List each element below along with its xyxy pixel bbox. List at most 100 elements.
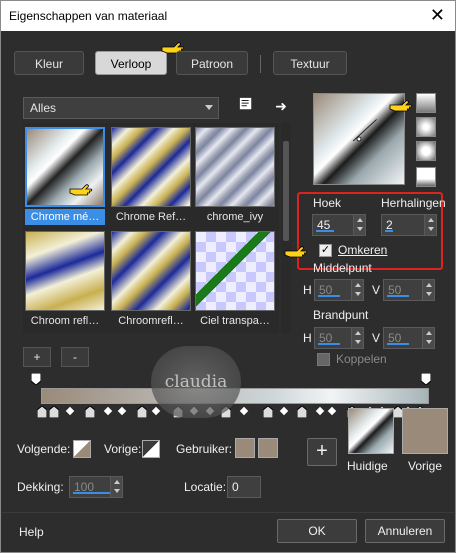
midpoint-diamond-icon[interactable] bbox=[327, 406, 337, 416]
ok-button[interactable]: OK bbox=[277, 519, 357, 543]
midpoint-diamond-icon[interactable] bbox=[65, 406, 75, 416]
material-properties-dialog: Eigenschappen van materiaal ✕ Kleur Verl… bbox=[0, 0, 456, 553]
gradient-thumbnail bbox=[111, 127, 191, 207]
invert-label: Omkeren bbox=[338, 243, 388, 257]
focal-v-spinbox[interactable]: 50 bbox=[383, 327, 435, 349]
browse-library-icon[interactable] bbox=[236, 96, 256, 116]
color-stop-icon[interactable] bbox=[137, 406, 147, 418]
pointing-hand-icon bbox=[389, 99, 413, 113]
gradient-thumbnail bbox=[25, 231, 105, 311]
opacity-slider-fill bbox=[73, 492, 113, 494]
center-v-label: V bbox=[372, 283, 381, 297]
center-v-slider-fill bbox=[387, 295, 409, 297]
library-item[interactable]: chrome_ivy bbox=[195, 127, 275, 224]
current-label: Huidige bbox=[347, 459, 388, 473]
library-scrollbar[interactable] bbox=[281, 123, 291, 333]
user-swatch-1[interactable] bbox=[235, 438, 255, 458]
scrollbar-thumb[interactable] bbox=[283, 141, 289, 241]
spin-arrows-icon[interactable] bbox=[351, 280, 363, 300]
title-bar: Eigenschappen van materiaal ✕ bbox=[1, 1, 455, 31]
category-dropdown-value: Alles bbox=[30, 101, 57, 115]
tab-verloop[interactable]: Verloop bbox=[95, 51, 167, 75]
style-linear-button[interactable] bbox=[416, 93, 436, 113]
angle-slider-fill bbox=[316, 230, 334, 232]
color-stop-icon[interactable] bbox=[85, 406, 95, 418]
angle-label: Hoek bbox=[313, 196, 342, 210]
tab-kleur[interactable]: Kleur bbox=[14, 51, 84, 75]
invert-checkbox[interactable]: ✓ bbox=[319, 244, 332, 257]
color-stop-icon[interactable] bbox=[297, 406, 307, 418]
focal-h-spinbox[interactable]: 50 bbox=[314, 327, 364, 349]
spin-arrows-icon[interactable] bbox=[422, 328, 434, 348]
item-label: Chroom refl… bbox=[30, 315, 100, 327]
gradient-library-grid: Chrome mé… Chrome Ref… chrome_ivy Chroom… bbox=[23, 123, 279, 333]
link-checkbox[interactable] bbox=[317, 353, 330, 366]
add-to-swatches-button[interactable]: + bbox=[307, 438, 337, 466]
midpoint-diamond-icon[interactable] bbox=[239, 406, 249, 416]
location-label: Locatie: bbox=[184, 480, 227, 494]
center-h-spinbox[interactable]: 50 bbox=[314, 279, 364, 301]
library-item[interactable]: Chrome mé… bbox=[25, 127, 105, 225]
repeats-label: Herhalingen bbox=[381, 196, 446, 210]
color-stop-icon[interactable] bbox=[263, 406, 273, 418]
transparency-stop-right-icon[interactable] bbox=[421, 373, 431, 385]
focal-label: Brandpunt bbox=[313, 308, 369, 322]
color-stop-icon[interactable] bbox=[49, 406, 59, 418]
user-swatch-2[interactable] bbox=[258, 438, 278, 458]
spin-arrows-icon[interactable] bbox=[110, 477, 122, 497]
midpoint-diamond-icon[interactable] bbox=[117, 406, 127, 416]
cancel-button[interactable]: Annuleren bbox=[365, 519, 445, 543]
midpoint-diamond-icon[interactable] bbox=[279, 406, 289, 416]
library-item[interactable]: Chroom refl… bbox=[25, 231, 105, 328]
style-rectangular-button[interactable] bbox=[416, 117, 436, 137]
spin-arrows-icon[interactable] bbox=[351, 328, 363, 348]
center-h-label: H bbox=[303, 283, 312, 297]
item-label: chrome_ivy bbox=[206, 211, 264, 223]
tab-patroon[interactable]: Patroon bbox=[176, 51, 248, 75]
opacity-spinbox[interactable]: 100 bbox=[69, 476, 123, 498]
previous-label-small: Vorige: bbox=[104, 442, 142, 456]
spin-arrows-icon[interactable] bbox=[424, 215, 436, 235]
midpoint-diamond-icon[interactable] bbox=[151, 406, 161, 416]
midpoint-diamond-icon[interactable] bbox=[315, 406, 325, 416]
style-radial-button[interactable] bbox=[416, 167, 436, 187]
library-item[interactable]: Chrome Ref… bbox=[111, 127, 191, 224]
spin-arrows-icon[interactable] bbox=[422, 280, 434, 300]
centerpoint-label: Middelpunt bbox=[313, 261, 372, 275]
location-field[interactable]: 0 bbox=[227, 476, 261, 498]
center-v-spinbox[interactable]: 50 bbox=[383, 279, 435, 301]
repeats-spinbox[interactable]: 2 bbox=[381, 214, 437, 236]
color-stop-icon[interactable] bbox=[37, 406, 47, 418]
gradient-thumbnail bbox=[25, 127, 105, 207]
previous-swatch[interactable] bbox=[402, 408, 448, 454]
next-swatch[interactable] bbox=[73, 440, 91, 458]
opacity-label: Dekking: bbox=[17, 480, 64, 494]
item-label: Chrome mé… bbox=[25, 209, 105, 225]
chevron-down-icon bbox=[205, 105, 213, 110]
help-link[interactable]: Help bbox=[19, 525, 44, 539]
library-item[interactable]: Ciel transpa… bbox=[195, 231, 275, 328]
tab-textuur[interactable]: Textuur bbox=[273, 51, 347, 75]
add-item-button[interactable]: + bbox=[23, 347, 51, 367]
previous-swatch-small[interactable] bbox=[142, 440, 160, 458]
item-label: Chrome Ref… bbox=[115, 211, 187, 223]
library-item[interactable]: Chroomrefl… bbox=[111, 231, 191, 328]
repeats-slider-fill bbox=[385, 230, 393, 232]
focal-v-slider-fill bbox=[387, 343, 409, 345]
close-icon[interactable]: ✕ bbox=[430, 5, 445, 25]
style-sunburst-button[interactable] bbox=[416, 141, 436, 161]
pointing-hand-icon bbox=[284, 245, 308, 259]
current-swatch[interactable] bbox=[348, 408, 394, 454]
gradient-thumbnail bbox=[111, 231, 191, 311]
arrow-right-icon[interactable]: ➜ bbox=[271, 96, 291, 116]
user-label: Gebruiker: bbox=[176, 442, 233, 456]
midpoint-diamond-icon[interactable] bbox=[103, 406, 113, 416]
gradient-thumbnail bbox=[195, 127, 275, 207]
center-h-slider-fill bbox=[318, 295, 340, 297]
transparency-stop-left-icon[interactable] bbox=[31, 373, 41, 385]
spin-arrows-icon[interactable] bbox=[353, 215, 365, 235]
remove-item-button[interactable]: - bbox=[61, 347, 89, 367]
category-dropdown[interactable]: Alles bbox=[23, 97, 219, 119]
angle-spinbox[interactable]: 45 bbox=[312, 214, 366, 236]
footer-divider bbox=[2, 512, 454, 513]
